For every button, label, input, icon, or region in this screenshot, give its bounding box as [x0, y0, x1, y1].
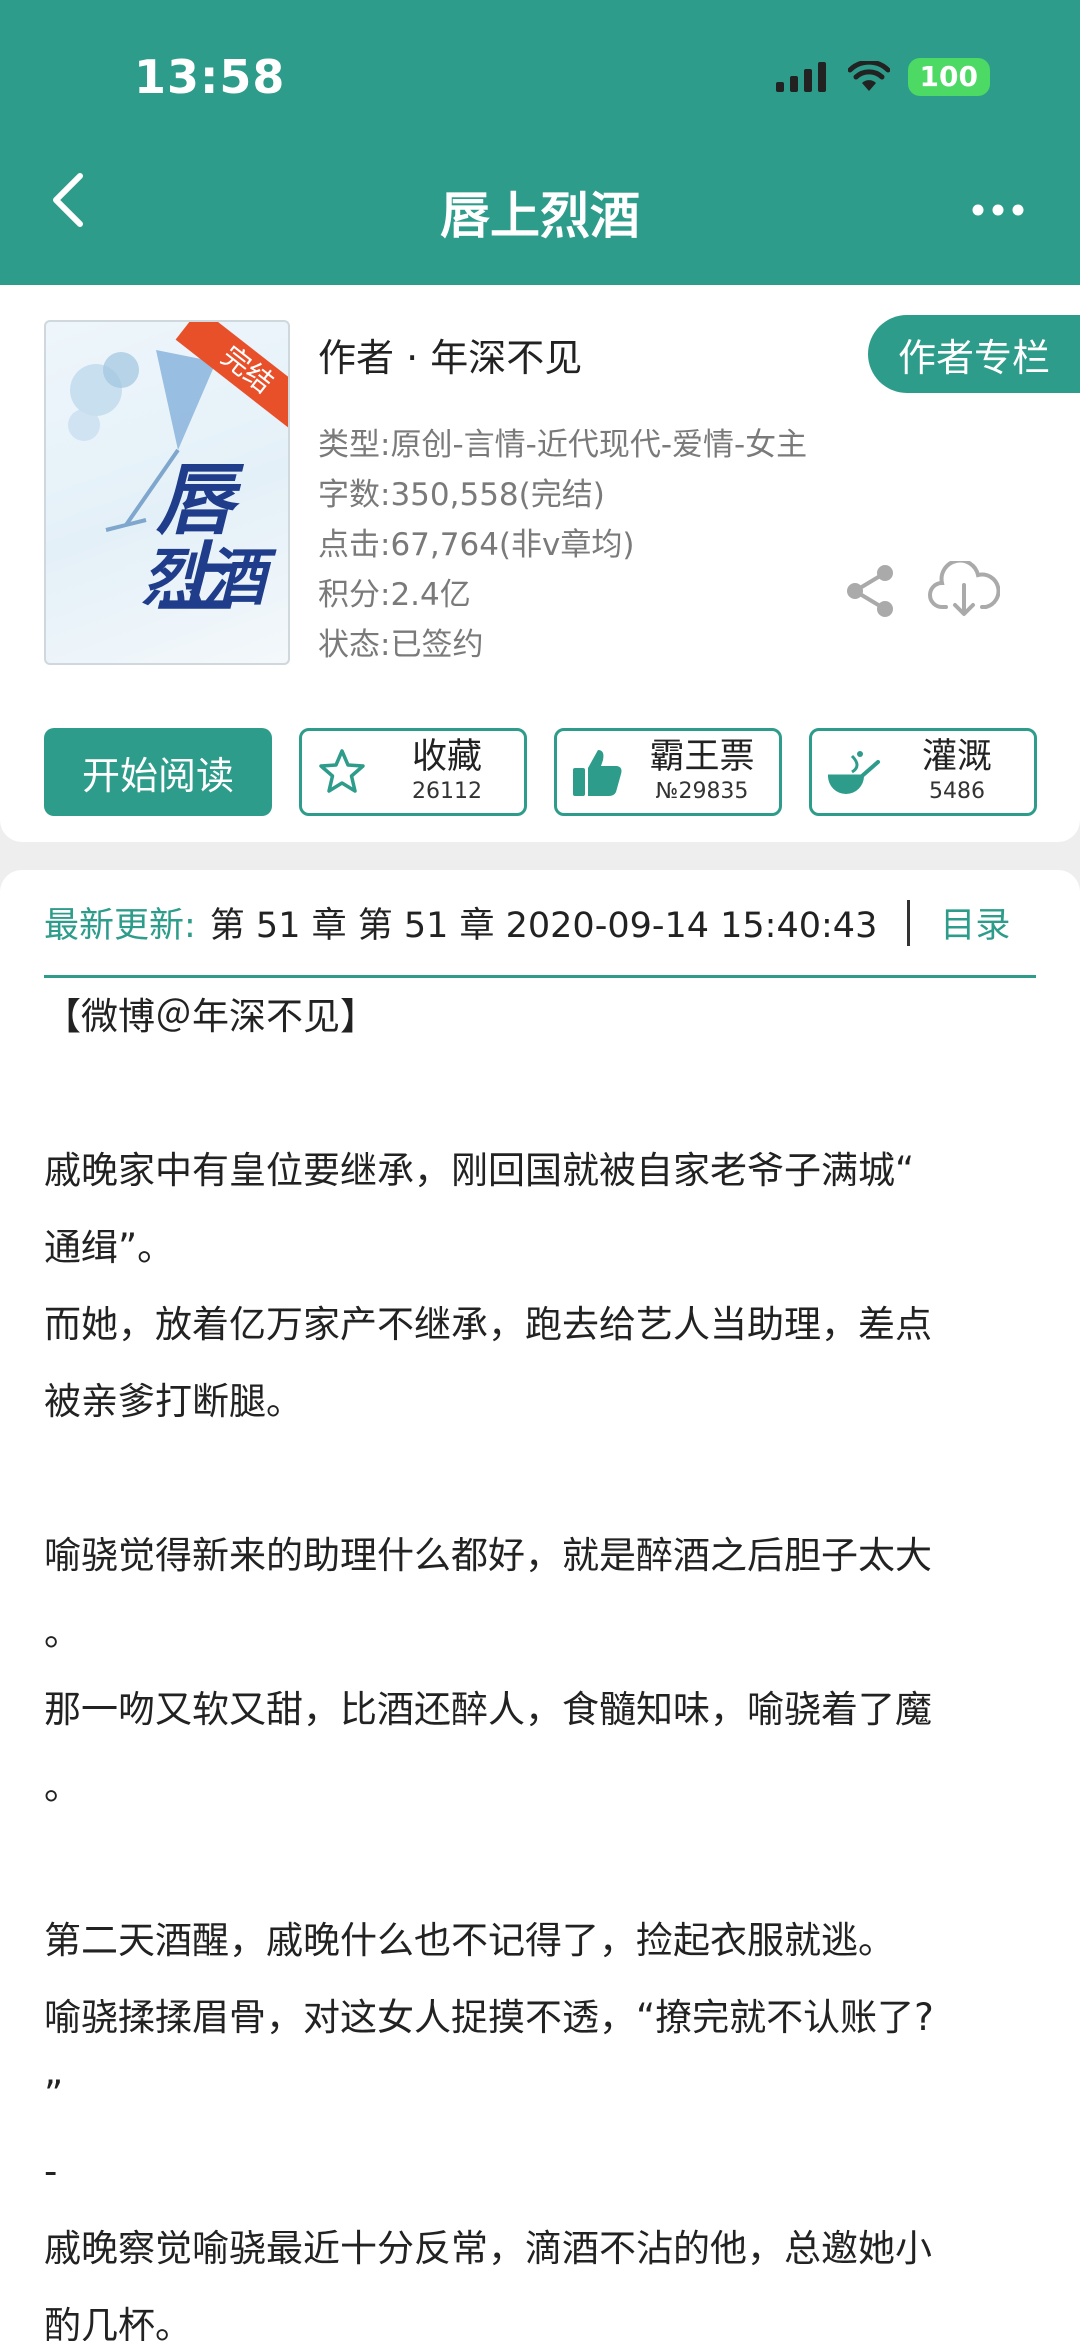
more-dots-icon	[972, 204, 1024, 216]
divider	[907, 899, 911, 946]
collect-count: 26112	[412, 779, 482, 804]
share-icon	[847, 565, 893, 617]
intro-line	[44, 1440, 1036, 1517]
intro-line: 喻骁觉得新来的助理什么都好，就是醉酒之后胆子太大	[44, 1534, 932, 1577]
intro-line: 戚晚察觉喻骁最近十分反常，滴酒不沾的他，总邀她小	[44, 2227, 932, 2270]
book-meta: 类型:原创-言情-近代现代-爱情-女主 字数:350,558(完结) 点击:67…	[318, 420, 807, 670]
intro-line: 。	[44, 1765, 81, 1808]
latest-update-bar: 最新更新: 第 51 章 第 51 章 2020-09-14 15:40:43 …	[44, 870, 1036, 978]
collect-label: 收藏	[411, 737, 482, 777]
intro-line: 喻骁揉揉眉骨，对这女人捉摸不透，“撩完就不认账了?	[44, 1996, 934, 2039]
page-title: 唇上烈酒	[440, 187, 640, 245]
book-cover[interactable]: 唇上 烈酒 完结	[44, 320, 290, 665]
collect-button[interactable]: 收藏 26112	[299, 728, 527, 816]
intro-line	[44, 1825, 1036, 1902]
meta-status: 状态:已签约	[318, 627, 484, 663]
watering-icon	[828, 751, 880, 794]
toc-link[interactable]: 目录	[940, 897, 1010, 948]
content-card: 最新更新: 第 51 章 第 51 章 2020-09-14 15:40:43 …	[0, 870, 1080, 2341]
book-info-card: 唇上 烈酒 完结 作者 · 年深不见 作者专栏 类型:原创-言情-近代现代-爱情…	[0, 285, 1080, 842]
intro-line: 那一吻又软又甜，比酒还醉人，食髓知味，喻骁着了魔	[44, 1688, 932, 1731]
download-button[interactable]	[928, 558, 1001, 621]
overlord-ticket-button[interactable]: 霸王票 №29835	[554, 728, 782, 816]
meta-type: 类型:原创-言情-近代现代-爱情-女主	[318, 427, 808, 463]
intro-line	[44, 1055, 1036, 1132]
latest-update-label: 最新更新:	[44, 906, 196, 946]
intro-line: 通缉”。	[44, 1226, 175, 1269]
intro-line: 而她，放着亿万家产不继承，跑去给艺人当助理，差点	[44, 1303, 932, 1346]
intro-line: 被亲爹打断腿。	[44, 1380, 303, 1423]
share-button[interactable]	[843, 563, 899, 623]
signal-icon	[775, 62, 826, 92]
latest-update-text[interactable]: 第 51 章 第 51 章 2020-09-14 15:40:43	[210, 897, 878, 948]
author-column-button[interactable]: 作者专栏	[868, 315, 1080, 393]
wifi-icon	[847, 61, 890, 91]
intro-line: 。	[44, 1611, 81, 1654]
water-button[interactable]: 灌溉 5486	[809, 728, 1037, 816]
status-icons: 100	[775, 58, 990, 96]
download-icon	[928, 558, 1001, 616]
book-intro: 【微博＠年深不见】 戚晚家中有皇位要继承，刚回国就被自家老爷子满城“ 通缉”。 …	[44, 978, 1036, 2341]
overlord-ticket-count: №29835	[655, 779, 749, 804]
overlord-ticket-label: 霸王票	[649, 737, 755, 777]
intro-line: 第二天酒醒，戚晚什么也不记得了，捡起衣服就逃。	[44, 1919, 895, 1962]
author-line[interactable]: 作者 · 年深不见	[318, 327, 582, 382]
meta-clicks: 点击:67,764(非v章均)	[318, 527, 635, 563]
start-reading-button[interactable]: 开始阅读	[44, 728, 272, 816]
thumbs-up-icon	[573, 750, 622, 796]
meta-word-count: 字数:350,558(完结)	[318, 477, 605, 513]
intro-line: 【微博＠年深不见】	[44, 995, 377, 1038]
water-count: 5486	[929, 779, 985, 804]
more-button[interactable]	[968, 190, 1028, 230]
app-header: 13:58 100 唇上烈酒	[0, 0, 1080, 285]
intro-line: 戚晚家中有皇位要继承，刚回国就被自家老爷子满城“	[44, 1149, 915, 1192]
star-icon	[319, 749, 365, 793]
intro-line: -	[44, 2150, 58, 2193]
cover-title-line2: 烈酒	[142, 541, 267, 614]
meta-score: 积分:2.4亿	[318, 577, 471, 613]
intro-line: 酌几杯。	[44, 2304, 192, 2341]
battery-indicator: 100	[907, 58, 990, 96]
water-label: 灌溉	[921, 737, 992, 777]
status-time: 13:58	[134, 50, 286, 104]
intro-line: ”	[44, 2073, 64, 2116]
